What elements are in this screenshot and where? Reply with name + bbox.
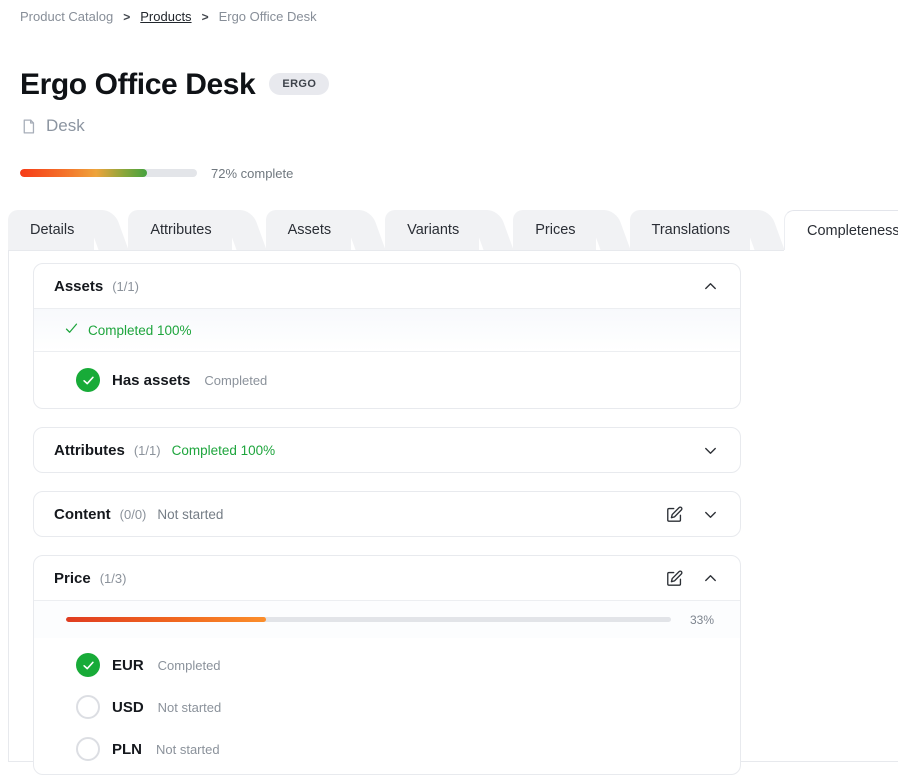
price-progress-track xyxy=(66,617,671,622)
check-circle-icon xyxy=(76,368,100,392)
product-header: Ergo Office Desk ERGO xyxy=(20,70,898,100)
item-name: EUR xyxy=(112,657,144,674)
empty-circle-icon xyxy=(76,695,100,719)
section-assets-header[interactable]: Assets (1/1) xyxy=(34,264,740,308)
breadcrumb-item-products[interactable]: Products xyxy=(140,9,191,24)
list-item-has-assets: Has assets Completed xyxy=(34,352,740,408)
item-status: Completed xyxy=(204,373,267,388)
section-attributes-header[interactable]: Attributes (1/1) Completed 100% xyxy=(34,428,740,472)
item-name: USD xyxy=(112,699,144,716)
section-assets: Assets (1/1) Completed 100% Has assets C… xyxy=(33,263,741,409)
tab-prices[interactable]: Prices xyxy=(513,210,595,250)
tab-translations[interactable]: Translations xyxy=(630,210,750,250)
list-item-pln: PLN Not started xyxy=(34,728,740,770)
price-progress: 33% xyxy=(34,600,740,638)
chevron-up-icon[interactable] xyxy=(701,277,720,296)
item-status: Completed xyxy=(158,658,221,673)
check-circle-icon xyxy=(76,653,100,677)
chevron-up-icon[interactable] xyxy=(701,569,720,588)
tab-variants[interactable]: Variants xyxy=(385,210,479,250)
tab-details[interactable]: Details xyxy=(8,210,94,250)
list-item-eur: EUR Completed xyxy=(34,644,740,686)
section-content-header[interactable]: Content (0/0) Not started xyxy=(34,492,740,536)
item-name: PLN xyxy=(112,741,142,758)
section-price: Price (1/3) 33% EUR C xyxy=(33,555,741,775)
family-label: Desk xyxy=(46,116,85,136)
breadcrumb-separator-icon: > xyxy=(123,10,130,24)
progress-label: 72% complete xyxy=(211,166,293,181)
sku-badge: ERGO xyxy=(269,73,329,95)
completeness-progress: 72% complete xyxy=(20,164,898,182)
section-attributes: Attributes (1/1) Completed 100% xyxy=(33,427,741,473)
section-status: Not started xyxy=(157,507,223,522)
section-count: (1/1) xyxy=(112,279,139,294)
progress-bar-track xyxy=(20,169,197,177)
check-icon xyxy=(64,321,79,339)
tab-bar: Details Attributes Assets Variants Price… xyxy=(0,210,898,250)
page-title: Ergo Office Desk xyxy=(20,70,255,100)
section-count: (0/0) xyxy=(120,507,147,522)
product-family: Desk xyxy=(20,116,898,136)
progress-bar-fill xyxy=(20,169,147,177)
item-status: Not started xyxy=(156,742,220,757)
edit-icon[interactable] xyxy=(665,505,684,524)
item-status: Not started xyxy=(158,700,222,715)
file-icon xyxy=(20,117,37,136)
section-count: (1/1) xyxy=(134,443,161,458)
list-item-usd: USD Not started xyxy=(34,686,740,728)
section-title: Price xyxy=(54,570,91,587)
tab-attributes[interactable]: Attributes xyxy=(128,210,231,250)
section-title: Content xyxy=(54,506,111,523)
section-count: (1/3) xyxy=(100,571,127,586)
section-title: Attributes xyxy=(54,442,125,459)
item-name: Has assets xyxy=(112,372,190,389)
completeness-panel: Assets (1/1) Completed 100% Has assets C… xyxy=(8,250,898,762)
breadcrumb-item-current: Ergo Office Desk xyxy=(219,9,317,24)
edit-icon[interactable] xyxy=(665,569,684,588)
price-progress-label: 33% xyxy=(684,613,714,627)
section-content: Content (0/0) Not started xyxy=(33,491,741,537)
section-title: Assets xyxy=(54,278,103,295)
price-progress-fill xyxy=(66,617,266,622)
section-price-header[interactable]: Price (1/3) xyxy=(34,556,740,600)
chevron-down-icon[interactable] xyxy=(701,441,720,460)
section-status: Completed 100% xyxy=(172,443,276,458)
tab-assets[interactable]: Assets xyxy=(266,210,352,250)
section-assets-summary: Completed 100% xyxy=(34,308,740,351)
tab-completeness[interactable]: Completeness xyxy=(784,210,898,250)
empty-circle-icon xyxy=(76,737,100,761)
summary-label: Completed 100% xyxy=(88,323,192,338)
breadcrumb-item-catalog[interactable]: Product Catalog xyxy=(20,9,113,24)
chevron-down-icon[interactable] xyxy=(701,505,720,524)
breadcrumb: Product Catalog > Products > Ergo Office… xyxy=(0,0,898,24)
breadcrumb-separator-icon: > xyxy=(202,10,209,24)
